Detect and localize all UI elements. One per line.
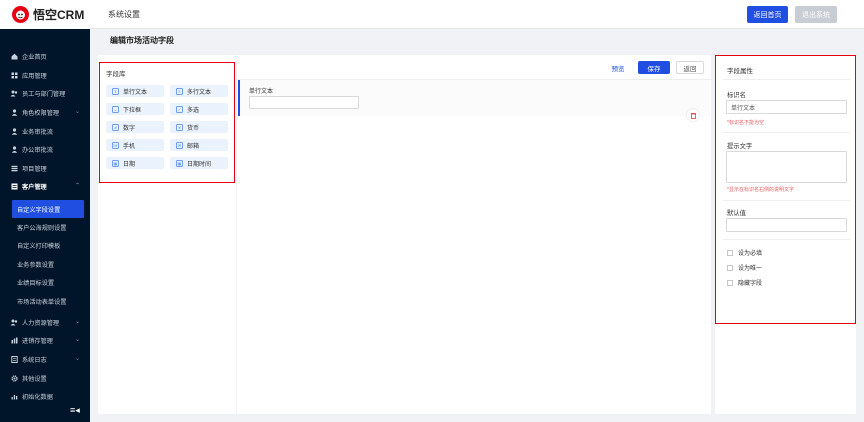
page-section-title: 系统设置 <box>108 10 140 19</box>
canvas-field-item[interactable]: 单行文本 <box>238 80 711 116</box>
stock-icon <box>10 336 18 344</box>
users-icon <box>10 89 18 97</box>
canvas-field-input[interactable] <box>249 96 359 109</box>
delete-field-icon[interactable] <box>686 108 700 122</box>
sidebar-item-label: 角色权限管理 <box>22 109 60 117</box>
sidebar-item-customers[interactable]: 客户管理 ⌃ <box>0 177 90 195</box>
highlight-field-properties <box>715 55 856 324</box>
save-button[interactable]: 保存 <box>638 61 670 74</box>
sidebar-item-home[interactable]: 企业首页 <box>0 47 90 65</box>
chevron-down-icon: ⌄ <box>74 109 80 115</box>
chevron-down-icon: ⌄ <box>74 337 80 343</box>
sidebar-item-label: 人力资源管理 <box>22 319 60 327</box>
sidebar-item-label: 初始化数据 <box>22 393 53 401</box>
chevron-down-icon: ⌄ <box>74 319 80 325</box>
sidebar-item-projects[interactable]: 项目管理 <box>0 159 90 177</box>
canvas-field-label: 单行文本 <box>249 89 274 95</box>
sidebar-item-label: 业务审批流 <box>22 128 53 136</box>
sidebar-item-business-approval[interactable]: 业务审批流 <box>0 122 90 140</box>
project-icon <box>10 164 18 172</box>
sidebar-item-inventory[interactable]: 进销存管理 ⌄ <box>0 331 90 349</box>
customer-icon <box>10 182 18 190</box>
sidebar-item-label: 办公审批流 <box>22 146 53 154</box>
sidebar-item-label: 企业首页 <box>22 53 47 61</box>
hr-icon <box>10 318 18 326</box>
sidebar-item-roles[interactable]: 角色权限管理 ⌄ <box>0 103 90 121</box>
sidebar-subitem-targets[interactable]: 业绩目标设置 <box>0 273 90 291</box>
home-icon <box>10 52 18 60</box>
chevron-up-icon: ⌃ <box>74 183 80 189</box>
person-icon <box>10 145 18 153</box>
logo[interactable]: 悟空CRM <box>0 0 90 29</box>
page-header: 编辑市场活动字段 <box>90 29 864 51</box>
brand-name: 悟空CRM <box>33 8 85 22</box>
sidebar: 企业首页 应用管理 员工与部门管理 角色权限管理 ⌄ 业务审批流 办公审批流 项… <box>0 29 90 422</box>
sidebar-item-apps[interactable]: 应用管理 <box>0 66 90 84</box>
sidebar-subitem-custom-fields[interactable]: 自定义字段设置 <box>12 200 84 218</box>
sidebar-item-office-approval[interactable]: 办公审批流 <box>0 140 90 158</box>
sidebar-item-label: 应用管理 <box>22 72 47 80</box>
sidebar-item-label: 系统日志 <box>22 356 47 364</box>
monkey-logo-icon <box>12 6 29 23</box>
sidebar-item-init-data[interactable]: 初始化数据 <box>0 387 90 405</box>
apps-icon <box>10 71 18 79</box>
sidebar-item-label: 项目管理 <box>22 165 47 173</box>
top-bar: 悟空CRM 系统设置 返回首页 退出系统 <box>0 0 864 29</box>
highlight-field-library <box>99 62 235 183</box>
gear-icon <box>10 374 18 382</box>
sidebar-subitem-market-form[interactable]: 市场活动表单设置 <box>0 292 90 310</box>
collapse-sidebar-icon[interactable]: ≡◂ <box>70 405 80 416</box>
sidebar-item-staff[interactable]: 员工与部门管理 <box>0 84 90 102</box>
form-canvas-panel: 预览 保存 返回 单行文本 <box>237 55 711 414</box>
sidebar-item-other-settings[interactable]: 其他设置 <box>0 369 90 387</box>
logout-button[interactable]: 退出系统 <box>795 6 837 23</box>
page-title: 编辑市场活动字段 <box>110 36 174 45</box>
log-icon <box>10 355 18 363</box>
chevron-down-icon: ⌄ <box>74 356 80 362</box>
sidebar-item-logs[interactable]: 系统日志 ⌄ <box>0 350 90 368</box>
role-icon <box>10 108 18 116</box>
sidebar-item-label: 进销存管理 <box>22 337 53 345</box>
sidebar-subitem-business-params[interactable]: 业务参数设置 <box>0 255 90 273</box>
sidebar-item-label: 客户管理 <box>22 183 47 191</box>
person-icon <box>10 127 18 135</box>
sidebar-subitem-print-template[interactable]: 自定义打印模板 <box>0 236 90 254</box>
sidebar-subitem-customer-pool[interactable]: 客户公海规则设置 <box>0 218 90 236</box>
back-button[interactable]: 返回 <box>676 61 704 74</box>
return-home-button[interactable]: 返回首页 <box>747 6 788 23</box>
preview-button[interactable]: 预览 <box>607 61 629 74</box>
sidebar-item-hr[interactable]: 人力资源管理 ⌄ <box>0 313 90 331</box>
sidebar-item-label: 员工与部门管理 <box>22 90 66 98</box>
sidebar-item-label: 其他设置 <box>22 375 47 383</box>
chart-icon <box>10 392 18 400</box>
